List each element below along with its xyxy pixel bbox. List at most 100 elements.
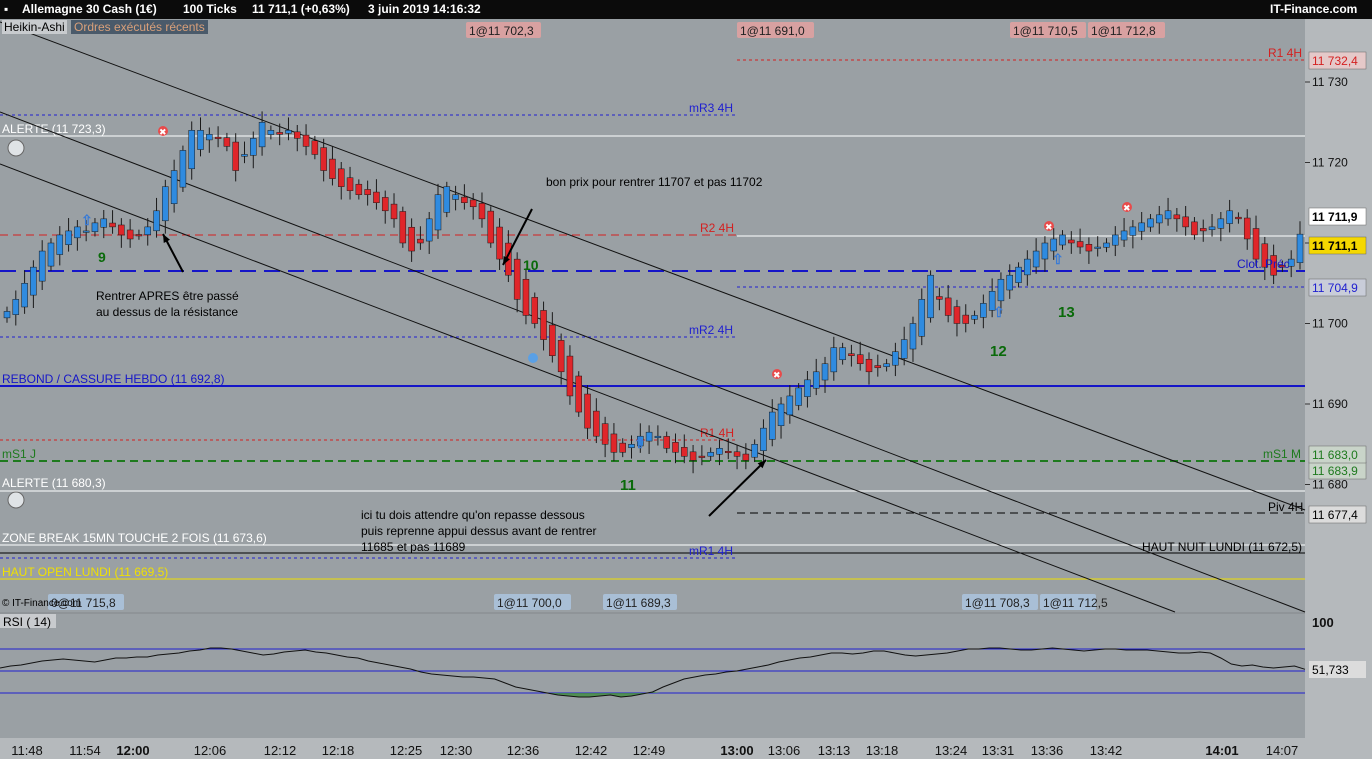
level-label: mR1 4H — [689, 544, 733, 558]
chart-canvas[interactable]: 11 68011 69011 70011 71011 72011 73011:4… — [0, 0, 1372, 759]
x-tick-label: 12:49 — [633, 743, 666, 758]
candle-body — [663, 436, 670, 449]
candle-body — [1173, 214, 1181, 220]
candle-body — [1243, 217, 1251, 240]
candle-body — [1199, 228, 1207, 232]
candle-body — [250, 138, 257, 156]
candle-body — [522, 278, 530, 316]
price-axis-tag-label: 11 711,9 — [1312, 210, 1358, 224]
candle-body — [1191, 221, 1198, 236]
candle-body — [1182, 216, 1189, 228]
candle-body — [830, 347, 838, 373]
candle-body — [294, 131, 301, 139]
up-arrow-icon: ⇧ — [634, 435, 646, 451]
y-tick-label: 11 700 — [1312, 317, 1348, 331]
candle-body — [856, 354, 864, 364]
y-tick-label: 11 730 — [1312, 75, 1348, 89]
level-label: R1 4H — [1268, 46, 1302, 60]
level-label: R2 4H — [700, 221, 734, 235]
candle-body — [30, 266, 37, 296]
level-label: ZONE BREAK 15MN TOUCHE 2 FOIS (11 673,6) — [2, 531, 267, 545]
candle-body — [865, 358, 873, 373]
candle-body — [962, 314, 970, 324]
candle-body — [909, 323, 917, 350]
candle-body — [408, 226, 415, 252]
candle-body — [162, 186, 169, 222]
candle-body — [698, 455, 706, 458]
candle-body — [918, 299, 926, 337]
candle-body — [373, 191, 380, 203]
candle-body — [619, 442, 626, 453]
heikin-ashi-toggle[interactable]: Heikin-Ashi — [2, 20, 67, 34]
x-tick-label: 12:00 — [116, 743, 149, 758]
order-tag-bottom-label: 1@11 712,5 — [1043, 596, 1108, 610]
candle-body — [936, 296, 943, 300]
candle-body — [320, 147, 327, 171]
candle-body — [777, 403, 785, 426]
candle-body — [12, 299, 20, 315]
candle-body — [355, 183, 363, 195]
price-axis-tag-label: 11 732,4 — [1312, 54, 1358, 68]
candle-body — [812, 371, 820, 389]
wave-label-13: 13 — [1058, 304, 1075, 321]
candle-body — [513, 258, 521, 300]
clot-prec-label: Clot. Préc — [1237, 257, 1290, 271]
candle-body — [997, 278, 1005, 302]
candle-body — [100, 218, 108, 228]
wave-label-12: 12 — [990, 343, 1007, 360]
candle-body — [1006, 274, 1013, 291]
candle-body — [1226, 210, 1233, 224]
candle-body — [1252, 228, 1260, 260]
candle-body — [1103, 242, 1110, 248]
price-axis-tag-label: 11 683,9 — [1312, 464, 1358, 478]
candle-body — [804, 379, 811, 397]
recent-orders-toggle[interactable]: Ordres exécutés récents — [71, 20, 208, 34]
x-tick-label: 12:30 — [440, 743, 473, 758]
candle-body — [276, 132, 283, 135]
candle-body — [681, 447, 688, 457]
rsi-title: RSI ( 14) — [3, 615, 51, 629]
x-tick-label: 14:07 — [1266, 743, 1299, 758]
candle-body — [848, 353, 855, 356]
y-tick-label: 11 680 — [1312, 478, 1348, 492]
candle-body — [575, 375, 582, 413]
x-tick-label: 12:42 — [575, 743, 608, 758]
candle-body — [1208, 226, 1216, 230]
y-tick-label: 11 690 — [1312, 397, 1348, 411]
candle-body — [214, 136, 222, 139]
candle-body — [584, 393, 591, 429]
x-tick-label: 13:36 — [1031, 743, 1064, 758]
candle-body — [883, 363, 890, 367]
candle-body — [531, 297, 539, 324]
candle-body — [1138, 222, 1145, 232]
candle-body — [751, 444, 758, 458]
x-tick-label: 12:06 — [194, 743, 227, 758]
candle-body — [179, 150, 187, 188]
candle-body — [768, 411, 776, 440]
candle-body — [980, 303, 987, 318]
candle-body — [1147, 218, 1154, 228]
wave-label-11: 11 — [620, 477, 636, 494]
x-tick-label: 13:18 — [866, 743, 899, 758]
candle-body — [434, 194, 442, 231]
x-tick-label: 13:42 — [1090, 743, 1123, 758]
candle-body — [1059, 234, 1066, 246]
price-axis-tag-label: 11 704,9 — [1312, 281, 1358, 295]
candle-body — [223, 137, 231, 147]
candle-body — [549, 324, 556, 356]
candle-body — [725, 451, 732, 454]
candle-body — [21, 283, 28, 308]
candle-body — [566, 355, 574, 397]
sell-signal-cross-icon: ✖ — [159, 127, 167, 137]
candle-body — [118, 224, 125, 236]
candle-body — [443, 186, 451, 213]
candle-body — [126, 229, 134, 240]
candle-body — [425, 218, 433, 242]
candle-body — [1235, 216, 1242, 220]
candle-body — [795, 387, 802, 406]
order-tag-top-label: 1@11 702,3 — [469, 24, 534, 38]
candle-body — [821, 363, 829, 381]
order-tag-top-label: 1@11 691,0 — [740, 24, 805, 38]
candle-body — [1050, 238, 1057, 252]
y-tick-label: 11 720 — [1312, 156, 1348, 170]
